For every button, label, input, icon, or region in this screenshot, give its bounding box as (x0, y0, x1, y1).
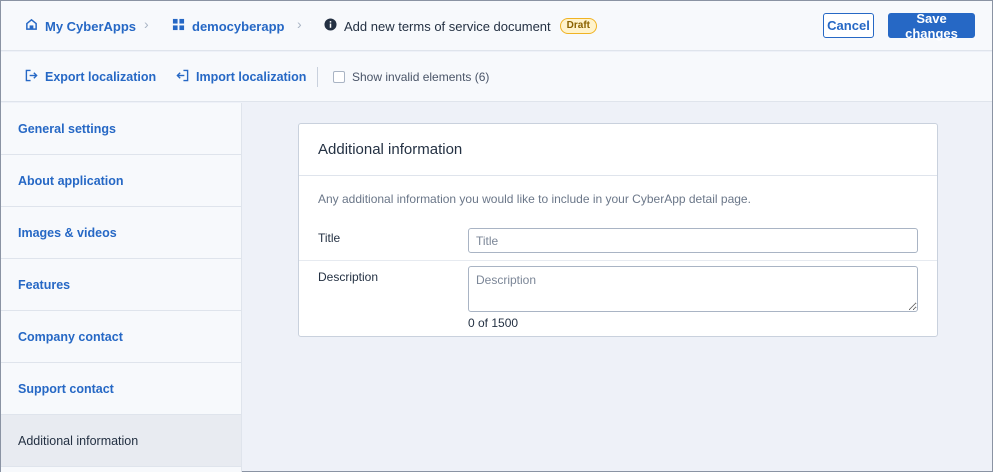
title-field-label: Title (318, 231, 341, 245)
store-icon (25, 18, 45, 34)
checkbox-box[interactable] (333, 71, 345, 83)
sidebar-item-additional-information[interactable]: Additional information (1, 415, 241, 467)
export-label: Export localization (45, 70, 157, 84)
toolbar-divider (317, 67, 318, 87)
card-description: Any additional information you would lik… (318, 192, 751, 206)
import-label: Import localization (196, 70, 307, 84)
chevron-right-icon: › (297, 16, 302, 32)
cancel-button[interactable]: Cancel (823, 13, 874, 38)
description-textarea[interactable] (468, 266, 918, 312)
show-invalid-checkbox[interactable]: Show invalid elements (6) (333, 52, 489, 102)
status-badge: Draft (559, 18, 597, 34)
row-divider (299, 260, 937, 261)
import-localization-button[interactable]: Import localization (176, 52, 306, 102)
toolbar: Export localization Import localization … (1, 52, 992, 102)
grid-icon (172, 18, 192, 34)
character-counter: 0 of 1500 (468, 316, 519, 330)
show-invalid-label: Show invalid elements (6) (352, 70, 490, 84)
top-bar: My CyberApps › democyberapp › Add new te… (1, 1, 992, 51)
sidebar-item-general-settings[interactable]: General settings (1, 103, 241, 155)
breadcrumb-democyberapp[interactable]: democyberapp (172, 1, 284, 51)
title-input[interactable] (468, 228, 918, 253)
sidebar: General settings About application Image… (1, 103, 242, 472)
save-changes-button[interactable]: Save changes (888, 11, 975, 41)
chevron-right-icon: › (144, 16, 149, 32)
sidebar-item-support-contact[interactable]: Support contact (1, 363, 241, 415)
export-icon (25, 69, 45, 85)
import-icon (176, 69, 196, 85)
sidebar-item-images-videos[interactable]: Images & videos (1, 207, 241, 259)
sidebar-item-about-application[interactable]: About application (1, 155, 241, 207)
sidebar-item-features[interactable]: Features (1, 259, 241, 311)
sidebar-item-company-contact[interactable]: Company contact (1, 311, 241, 363)
description-field-label: Description (318, 270, 379, 284)
export-localization-button[interactable]: Export localization (25, 52, 156, 102)
breadcrumb-label: My CyberApps (45, 18, 137, 34)
breadcrumb-current: Add new terms of service document Draft (324, 1, 597, 51)
additional-information-card: Additional information Any additional in… (298, 123, 938, 337)
card-title: Additional information (299, 124, 937, 176)
breadcrumb-label: democyberapp (192, 18, 285, 34)
breadcrumb-my-cyberapps[interactable]: My CyberApps (25, 1, 136, 51)
page-title: Add new terms of service document (344, 18, 551, 34)
info-icon (324, 18, 344, 34)
